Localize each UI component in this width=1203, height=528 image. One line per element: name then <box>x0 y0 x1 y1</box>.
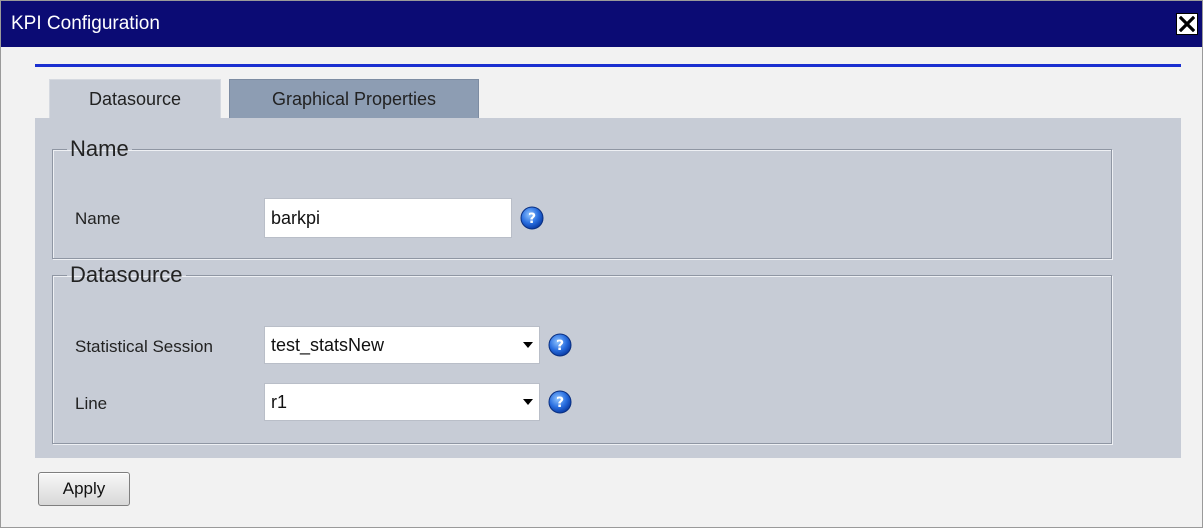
datasource-tab-panel: Name Name ? Datasource Statistical Sessi… <box>35 118 1181 458</box>
apply-button[interactable]: Apply <box>38 472 130 506</box>
close-button[interactable] <box>1176 13 1198 35</box>
name-help-icon[interactable]: ? <box>520 206 544 230</box>
line-help-icon[interactable]: ? <box>548 390 572 414</box>
chevron-down-icon <box>521 399 535 405</box>
name-fieldset: Name Name ? <box>52 136 1112 259</box>
header-divider <box>35 64 1181 67</box>
name-input[interactable] <box>264 198 512 238</box>
svg-text:?: ? <box>528 211 536 227</box>
chevron-down-icon <box>521 342 535 348</box>
name-legend: Name <box>70 136 129 161</box>
close-x-icon <box>1179 16 1195 32</box>
svg-text:?: ? <box>556 395 564 411</box>
name-label: Name <box>75 209 121 228</box>
datasource-fieldset: Datasource Statistical Session test_stat… <box>52 262 1112 444</box>
svg-text:?: ? <box>556 338 564 354</box>
statistical-session-label: Statistical Session <box>75 337 213 356</box>
statistical-session-value: test_statsNew <box>271 334 385 355</box>
statistical-session-help-icon[interactable]: ? <box>548 333 572 357</box>
kpi-configuration-dialog: KPI Configuration Datasource Graphical P… <box>0 0 1203 528</box>
line-select[interactable]: r1 <box>264 383 540 421</box>
line-label: Line <box>75 394 108 413</box>
window-title: KPI Configuration <box>11 13 160 34</box>
statistical-session-select[interactable]: test_statsNew <box>264 326 540 364</box>
tab-datasource[interactable]: Datasource <box>49 79 221 119</box>
datasource-legend: Datasource <box>70 262 183 287</box>
line-value: r1 <box>271 391 288 412</box>
tab-graphical-properties[interactable]: Graphical Properties <box>229 79 479 119</box>
title-bar[interactable]: KPI Configuration <box>1 1 1202 47</box>
